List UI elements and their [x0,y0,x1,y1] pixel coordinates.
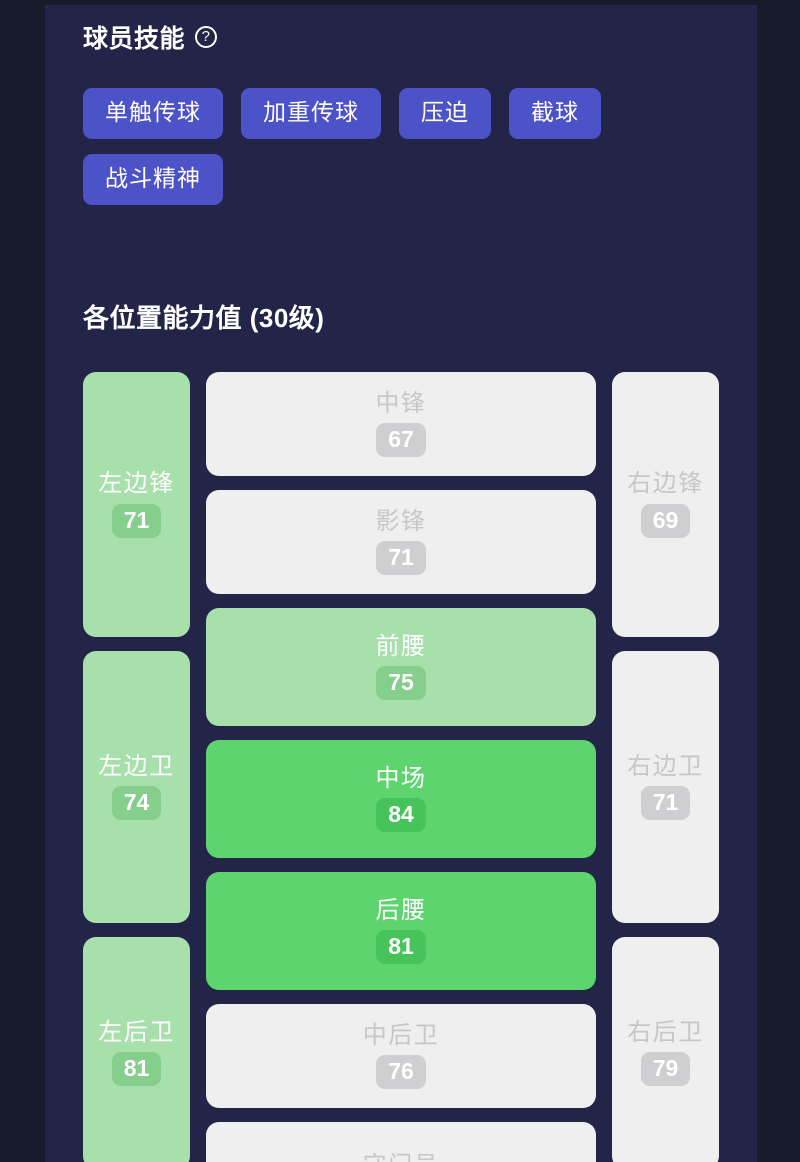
position-name: 中场 [375,764,427,792]
position-value: 71 [111,503,162,538]
position-card-right-back[interactable]: 右后卫 79 [612,937,719,1162]
skill-tag[interactable]: 单触传球 [83,88,223,139]
position-value: 76 [376,1055,426,1090]
position-name: 前腰 [375,632,427,660]
skill-tag[interactable]: 战斗精神 [83,154,223,205]
skills-section-title: 球员技能 ? [83,5,719,55]
position-name: 影锋 [375,507,427,535]
position-column-left: 左边锋 71 左边卫 74 左后卫 81 [83,372,190,1162]
position-name: 右边卫 [627,752,704,780]
position-value: 79 [640,1052,691,1087]
skill-tag-list: 单触传球 加重传球 压迫 截球 战斗精神 [83,88,719,205]
skill-tag[interactable]: 压迫 [399,88,491,139]
position-card-second-striker[interactable]: 影锋 71 [206,490,596,594]
position-card-left-back[interactable]: 左后卫 81 [83,937,190,1162]
content-panel: 球员技能 ? 单触传球 加重传球 压迫 截球 战斗精神 各位置能力值 (30级)… [45,5,757,1162]
position-card-striker[interactable]: 中锋 67 [206,372,596,476]
help-icon[interactable]: ? [195,26,218,48]
position-name: 中锋 [375,389,427,417]
position-value: 67 [376,423,426,458]
position-card-left-midfielder[interactable]: 左边卫 74 [83,651,190,923]
position-card-left-winger[interactable]: 左边锋 71 [83,372,190,637]
position-card-attacking-midfielder[interactable]: 前腰 75 [206,608,596,726]
position-card-goalkeeper[interactable]: 守门员 [206,1122,596,1162]
position-column-right: 右边锋 69 右边卫 71 右后卫 79 [612,372,719,1162]
skill-tag[interactable]: 截球 [509,88,601,139]
position-name: 左边卫 [98,752,175,780]
skills-title-text: 球员技能 [83,25,186,53]
position-card-defensive-midfielder[interactable]: 后腰 81 [206,872,596,990]
position-name: 右后卫 [627,1018,704,1046]
position-card-right-midfielder[interactable]: 右边卫 71 [612,651,719,923]
position-name: 左边锋 [98,470,175,498]
position-name: 守门员 [363,1152,440,1162]
skill-tag[interactable]: 加重传球 [241,88,381,139]
position-card-center-back[interactable]: 中后卫 76 [206,1004,596,1108]
position-value: 84 [376,798,426,833]
position-grid: 左边锋 71 左边卫 74 左后卫 81 中锋 67 影锋 71 前腰 75 中… [83,372,719,1162]
position-value: 71 [376,541,426,576]
position-column-center: 中锋 67 影锋 71 前腰 75 中场 84 后腰 81 中后卫 76 [206,372,596,1162]
position-name: 左后卫 [98,1018,175,1046]
position-value: 71 [640,786,691,821]
position-name: 中后卫 [362,1021,440,1049]
position-value: 81 [376,930,426,965]
app-root: 球员技能 ? 单触传球 加重传球 压迫 截球 战斗精神 各位置能力值 (30级)… [0,0,800,1162]
position-card-right-winger[interactable]: 右边锋 69 [612,372,719,637]
position-card-central-midfielder[interactable]: 中场 84 [206,740,596,858]
positions-section-title: 各位置能力值 (30级) [83,303,325,333]
position-value: 74 [111,786,162,821]
position-value: 81 [111,1052,162,1087]
position-value: 69 [640,503,691,538]
position-name: 右边锋 [627,470,704,498]
position-value: 75 [376,666,426,701]
position-name: 后腰 [375,896,427,924]
